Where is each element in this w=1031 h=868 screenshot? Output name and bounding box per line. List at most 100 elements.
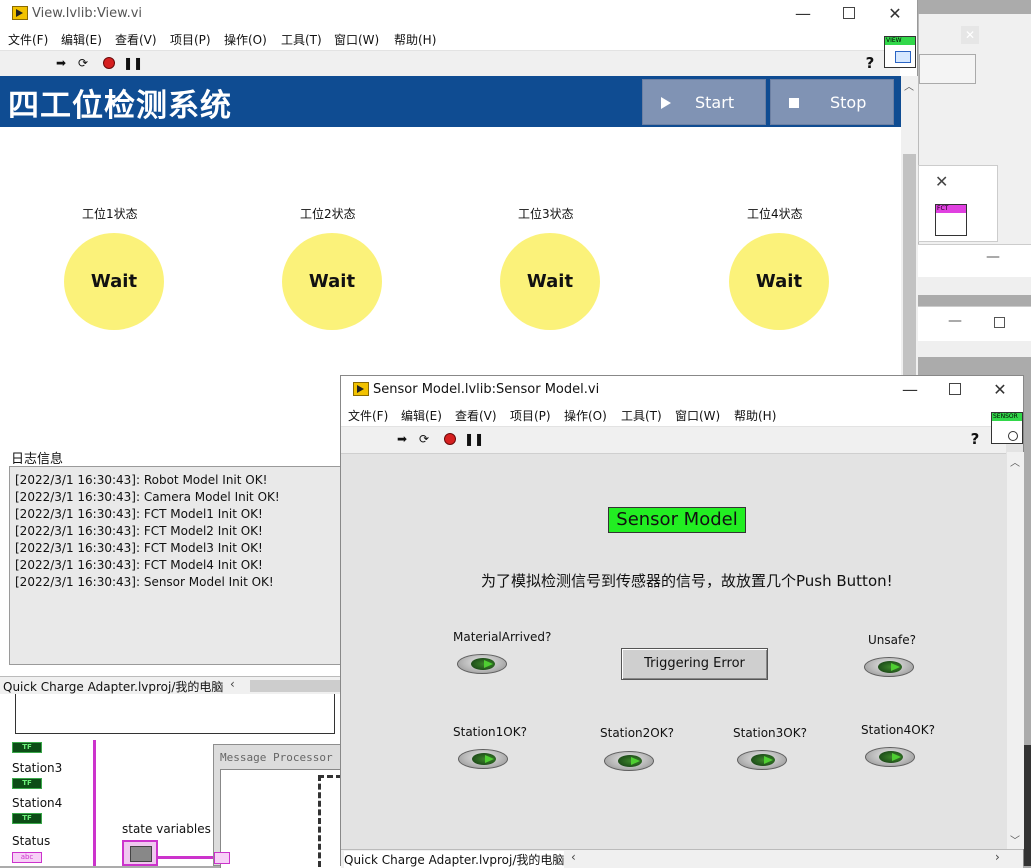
scroll-left-icon[interactable]: ‹ xyxy=(230,677,235,691)
pause-icon[interactable]: ❚❚ xyxy=(123,56,143,70)
material-arrived-label: MaterialArrived? xyxy=(453,630,552,644)
run-continuously-icon[interactable]: ⟳ xyxy=(417,432,431,446)
minimize-icon[interactable]: — xyxy=(948,313,962,329)
scroll-up-icon[interactable]: ︿ xyxy=(904,78,914,93)
start-button-label: Start xyxy=(695,93,735,112)
station1-status: Wait xyxy=(64,233,164,330)
station1-ok-button[interactable] xyxy=(458,749,508,769)
station4-ok-label: Station4OK? xyxy=(861,723,935,737)
boolean-terminal[interactable]: TF xyxy=(12,778,42,789)
pause-icon[interactable]: ❚❚ xyxy=(464,432,484,446)
sensor-statusbar: Quick Charge Adapter.lvproj/我的电脑 ‹ › xyxy=(341,849,1023,868)
scroll-up-icon[interactable]: ︿ xyxy=(1010,454,1020,469)
station1-label: 工位1状态 xyxy=(82,207,138,221)
run-continuously-icon[interactable]: ⟳ xyxy=(76,56,90,70)
abort-icon[interactable] xyxy=(103,57,115,69)
log-line: [2022/3/1 16:30:43]: Camera Model Init O… xyxy=(15,490,280,504)
station4-terminal-label: Station4 xyxy=(12,796,63,810)
context-help-icon[interactable]: ? xyxy=(967,430,983,448)
start-button[interactable]: Start xyxy=(642,79,766,125)
menu-file[interactable]: 文件(F) xyxy=(8,31,48,48)
boolean-terminal[interactable]: TF xyxy=(12,742,42,753)
triggering-error-button[interactable]: Triggering Error xyxy=(621,648,768,680)
menu-window[interactable]: 窗口(W) xyxy=(675,407,720,424)
log-line: [2022/3/1 16:30:43]: FCT Model2 Init OK! xyxy=(15,524,263,538)
minimize-icon[interactable]: — xyxy=(986,249,1000,265)
horizontal-scroll-thumb[interactable] xyxy=(250,680,345,692)
menu-file[interactable]: 文件(F) xyxy=(348,407,388,424)
menu-help[interactable]: 帮助(H) xyxy=(394,31,436,48)
string-terminal[interactable]: abc xyxy=(12,852,42,863)
sensor-menubar: 文件(F) 编辑(E) 查看(V) 项目(P) 操作(O) 工具(T) 窗口(W… xyxy=(341,404,1023,426)
sensor-titlebar: Sensor Model.lvlib:Sensor Model.vi — ✕ xyxy=(341,376,1023,404)
menu-view[interactable]: 查看(V) xyxy=(115,31,157,48)
background-window-edge xyxy=(1024,745,1031,866)
background-window-fct: ✕ FCT xyxy=(918,165,998,242)
run-arrow-icon[interactable]: ➡ xyxy=(54,56,68,70)
labview-icon xyxy=(353,382,369,396)
log-textbox[interactable]: [2022/3/1 16:30:43]: Robot Model Init OK… xyxy=(9,466,349,665)
triggering-error-label: Triggering Error xyxy=(644,656,745,671)
maximize-button[interactable] xyxy=(932,378,978,402)
scroll-left-icon[interactable]: ‹ xyxy=(571,850,576,864)
sensor-window: Sensor Model.lvlib:Sensor Model.vi — ✕ 文… xyxy=(340,375,1024,868)
diagram-wire xyxy=(93,740,96,866)
menu-tools[interactable]: 工具(T) xyxy=(621,407,662,424)
boolean-terminal[interactable]: TF xyxy=(12,813,42,824)
labview-icon xyxy=(12,6,28,20)
message-processor-frame: Message Processor xyxy=(213,744,347,868)
view-vi-icon: VIEW xyxy=(884,36,916,68)
background-window-strip-2: — xyxy=(918,306,1031,357)
menu-help[interactable]: 帮助(H) xyxy=(734,407,776,424)
station3-terminal-label: Station3 xyxy=(12,761,63,775)
material-arrived-button[interactable] xyxy=(457,654,507,674)
menu-window[interactable]: 窗口(W) xyxy=(334,31,379,48)
station4-ok-button[interactable] xyxy=(865,747,915,767)
maximize-icon[interactable] xyxy=(994,317,1005,328)
cluster-terminal[interactable] xyxy=(122,840,158,866)
station4-label: 工位4状态 xyxy=(747,207,803,221)
maximize-button[interactable] xyxy=(826,2,872,26)
close-button[interactable]: ✕ xyxy=(872,2,918,26)
minimize-button[interactable]: — xyxy=(887,378,933,402)
selector-terminal[interactable] xyxy=(214,852,230,864)
menu-edit[interactable]: 编辑(E) xyxy=(401,407,442,424)
stop-button-label: Stop xyxy=(830,93,867,112)
close-icon[interactable]: ✕ xyxy=(935,172,948,191)
menu-project[interactable]: 项目(P) xyxy=(510,407,551,424)
sensor-scrollbar[interactable]: ︿ ﹀ xyxy=(1007,452,1024,849)
log-line: [2022/3/1 16:30:43]: FCT Model4 Init OK! xyxy=(15,558,263,572)
station2-ok-label: Station2OK? xyxy=(600,726,674,740)
station3-ok-button[interactable] xyxy=(737,750,787,770)
sensor-vi-icon: SENSOR xyxy=(991,412,1023,444)
project-path: Quick Charge Adapter.lvproj/我的电脑 xyxy=(344,851,565,868)
background-window-strip-1: — xyxy=(918,244,1031,295)
minimize-button[interactable]: — xyxy=(780,2,826,26)
station2-ok-button[interactable] xyxy=(604,751,654,771)
sensor-heading: Sensor Model xyxy=(608,507,746,533)
menu-operate[interactable]: 操作(O) xyxy=(564,407,607,424)
background-window-close[interactable]: ✕ xyxy=(961,26,979,44)
log-line: [2022/3/1 16:30:43]: Robot Model Init OK… xyxy=(15,473,268,487)
station3-ok-label: Station3OK? xyxy=(733,726,807,740)
abort-icon[interactable] xyxy=(444,433,456,445)
scroll-down-icon[interactable]: ﹀ xyxy=(1010,832,1020,847)
menu-tools[interactable]: 工具(T) xyxy=(281,31,322,48)
close-button[interactable]: ✕ xyxy=(977,378,1023,402)
unsafe-button[interactable] xyxy=(864,657,914,677)
menu-project[interactable]: 项目(P) xyxy=(170,31,211,48)
log-line: [2022/3/1 16:30:43]: Sensor Model Init O… xyxy=(15,575,274,589)
page-title: 四工位检测系统 xyxy=(8,88,232,124)
stop-button[interactable]: Stop xyxy=(770,79,894,125)
station3-status: Wait xyxy=(500,233,600,330)
state-variables-label: state variables xyxy=(122,822,211,836)
station1-ok-label: Station1OK? xyxy=(453,725,527,739)
menu-view[interactable]: 查看(V) xyxy=(455,407,497,424)
menu-operate[interactable]: 操作(O) xyxy=(224,31,267,48)
menu-edit[interactable]: 编辑(E) xyxy=(61,31,102,48)
view-window-title: View.lvlib:View.vi xyxy=(32,6,143,21)
block-diagram: TF Station3 TF Station4 TF Status abc st… xyxy=(0,694,347,868)
context-help-icon[interactable]: ? xyxy=(862,54,878,72)
scroll-right-icon[interactable]: › xyxy=(995,850,1000,864)
run-arrow-icon[interactable]: ➡ xyxy=(395,432,409,446)
